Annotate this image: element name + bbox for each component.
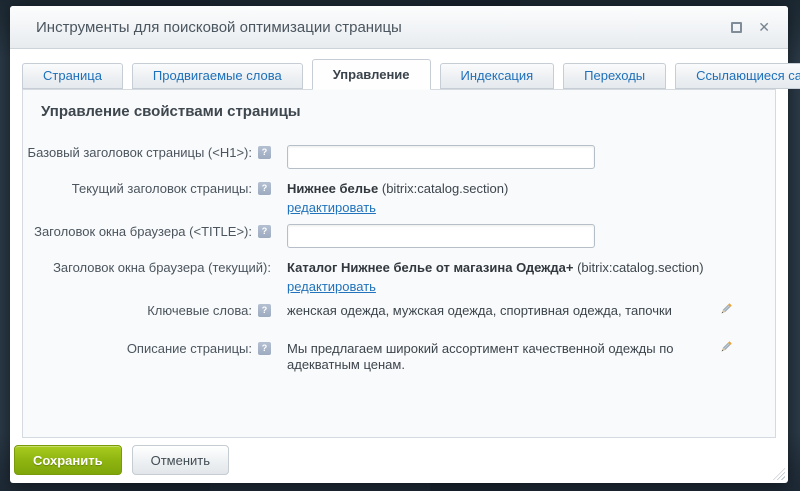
- window-controls: ✕: [731, 20, 770, 34]
- component-name: (bitrix:catalog.section): [378, 181, 508, 196]
- maximize-icon[interactable]: [731, 22, 742, 33]
- edit-link[interactable]: редактировать: [287, 279, 376, 295]
- form-row-h1: Базовый заголовок страницы (<H1>): ?: [23, 141, 775, 169]
- tab-indexing[interactable]: Индексация: [440, 63, 555, 89]
- cancel-button[interactable]: Отменить: [132, 445, 229, 475]
- tab-referring-sites[interactable]: Ссылающиеся сайты: [675, 63, 800, 89]
- help-icon[interactable]: ?: [258, 304, 271, 317]
- tab-promoted-words[interactable]: Продвигаемые слова: [132, 63, 303, 89]
- title-input[interactable]: [287, 224, 595, 248]
- keywords-value: женская одежда, мужская одежда, спортивн…: [271, 299, 719, 319]
- tab-transitions[interactable]: Переходы: [563, 63, 666, 89]
- component-name: (bitrix:catalog.section): [573, 260, 703, 275]
- help-icon[interactable]: ?: [258, 342, 271, 355]
- help-icon[interactable]: ?: [258, 225, 271, 238]
- edit-link[interactable]: редактировать: [287, 200, 376, 216]
- field-label: Базовый заголовок страницы (<H1>): ?: [23, 141, 271, 160]
- tab-management[interactable]: Управление: [312, 59, 431, 90]
- field-label: Заголовок окна браузера (<TITLE>): ?: [23, 220, 271, 239]
- close-icon[interactable]: ✕: [758, 20, 770, 34]
- edit-pencil-icon[interactable]: [719, 340, 733, 359]
- description-value: Мы предлагаем широкий ассортимент качест…: [271, 337, 719, 373]
- save-button[interactable]: Сохранить: [14, 445, 122, 475]
- form-row-title: Заголовок окна браузера (<TITLE>): ?: [23, 220, 775, 248]
- field-label: Заголовок окна браузера (текущий):: [23, 256, 271, 275]
- edit-pencil-icon[interactable]: [719, 302, 733, 321]
- tab-strip: Страница Продвигаемые слова Управление И…: [10, 49, 788, 89]
- form-row-description: Описание страницы: ? Мы предлагаем широк…: [23, 337, 775, 373]
- help-icon[interactable]: ?: [258, 146, 271, 159]
- tab-page[interactable]: Страница: [22, 63, 123, 89]
- management-panel: Управление свойствами страницы Базовый з…: [22, 89, 776, 438]
- dialog-footer: Сохранить Отменить: [10, 443, 788, 483]
- form-row-current-title: Текущий заголовок страницы: ? Нижнее бел…: [23, 177, 775, 216]
- form-row-keywords: Ключевые слова: ? женская одежда, мужска…: [23, 299, 775, 321]
- h1-input[interactable]: [287, 145, 595, 169]
- seo-tools-dialog: Инструменты для поисковой оптимизации ст…: [10, 6, 788, 483]
- form-row-current-browser-title: Заголовок окна браузера (текущий): Катал…: [23, 256, 775, 295]
- dialog-title: Инструменты для поисковой оптимизации ст…: [36, 19, 731, 36]
- panel-heading: Управление свойствами страницы: [23, 90, 775, 120]
- current-title-value: Нижнее белье: [287, 181, 378, 196]
- field-label: Описание страницы: ?: [23, 337, 271, 356]
- current-browser-title-value: Каталог Нижнее белье от магазина Одежда+: [287, 260, 573, 275]
- help-icon[interactable]: ?: [258, 182, 271, 195]
- dialog-titlebar[interactable]: Инструменты для поисковой оптимизации ст…: [10, 6, 788, 49]
- page-properties-form: Базовый заголовок страницы (<H1>): ? Тек…: [23, 141, 775, 373]
- field-label: Текущий заголовок страницы: ?: [23, 177, 271, 196]
- field-label: Ключевые слова: ?: [23, 299, 271, 318]
